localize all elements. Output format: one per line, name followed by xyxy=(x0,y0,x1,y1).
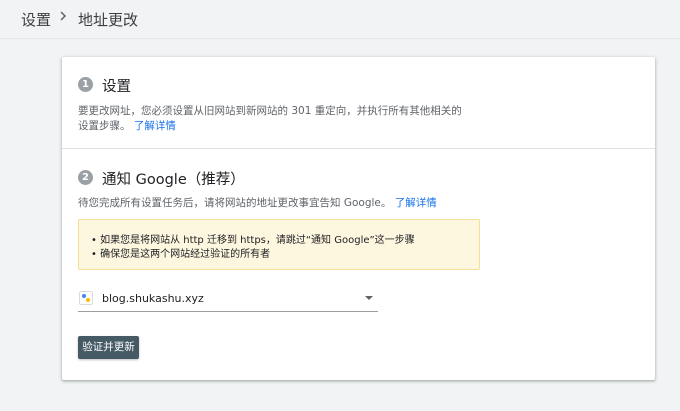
site-favicon-icon xyxy=(79,291,93,305)
step-2-learn-more-link[interactable]: 了解详情 xyxy=(395,197,437,209)
verify-and-update-button[interactable]: 验证并更新 xyxy=(78,336,139,359)
notice-line-1: • 如果您是将网站从 http 迁移到 https，请跳过“通知 Google”… xyxy=(91,235,415,246)
step-2-description: 待您完成所有设置任务后，请将网站的地址更改事宜告知 Google。 了解详情 xyxy=(78,196,437,211)
site-select-dropdown[interactable]: blog.shukashu.xyz xyxy=(78,289,378,312)
breadcrumb-settings[interactable]: 设置 xyxy=(21,9,51,30)
dropdown-caret-icon xyxy=(365,296,373,300)
chevron-right-icon xyxy=(60,11,67,21)
breadcrumb-current: 地址更改 xyxy=(78,11,139,29)
step-1-description: 要更改网址，您必须设置从旧网站到新网站的 301 重定向，并执行所有其他相关的 … xyxy=(78,104,462,134)
step-1-title: 设置 xyxy=(102,79,131,95)
step-1-number: 1 xyxy=(78,77,93,92)
step-1-learn-more-link[interactable]: 了解详情 xyxy=(134,120,176,132)
notice-line-2: • 确保您是这两个网站经过验证的所有者 xyxy=(91,249,271,260)
step-2-number: 2 xyxy=(78,170,93,185)
notice-box: • 如果您是将网站从 http 迁移到 https，请跳过“通知 Google”… xyxy=(78,219,480,270)
step-1-description-line2: 设置步骤。 xyxy=(78,120,131,132)
top-bar: 设置 地址更改 xyxy=(0,0,680,39)
site-select-value: blog.shukashu.xyz xyxy=(102,292,204,305)
change-of-address-card: 1 设置 要更改网址，您必须设置从旧网站到新网站的 301 重定向，并执行所有其… xyxy=(62,57,655,380)
step-2-description-text: 待您完成所有设置任务后，请将网站的地址更改事宜告知 Google。 xyxy=(78,197,392,209)
step-1-description-line1: 要更改网址，您必须设置从旧网站到新网站的 301 重定向，并执行所有其他相关的 xyxy=(78,105,462,117)
step-2-title: 通知 Google（推荐） xyxy=(102,172,245,188)
step-divider xyxy=(62,148,655,149)
